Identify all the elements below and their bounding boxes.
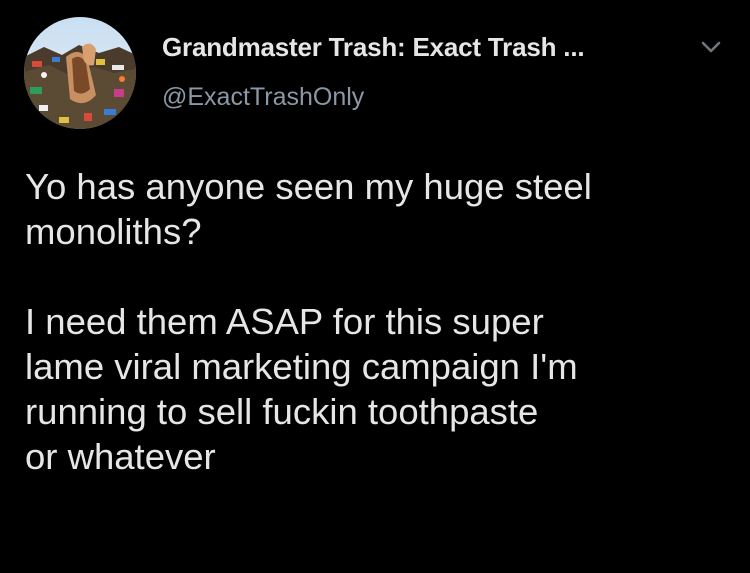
chevron-down-icon[interactable] (697, 33, 725, 61)
tweet-paragraph: Yo has anyone seen my huge steel monolit… (25, 166, 592, 252)
tweet-body: Yo has anyone seen my huge steel monolit… (25, 164, 735, 479)
author-display-name[interactable]: Grandmaster Trash: Exact Trash ... (162, 32, 585, 63)
avatar-image (24, 17, 136, 129)
author-handle[interactable]: @ExactTrashOnly (162, 83, 364, 112)
tweet-card: Grandmaster Trash: Exact Trash ... @Exac… (0, 0, 750, 573)
tweet-paragraph: I need them ASAP for this super lame vir… (25, 301, 578, 477)
avatar[interactable] (24, 17, 136, 129)
